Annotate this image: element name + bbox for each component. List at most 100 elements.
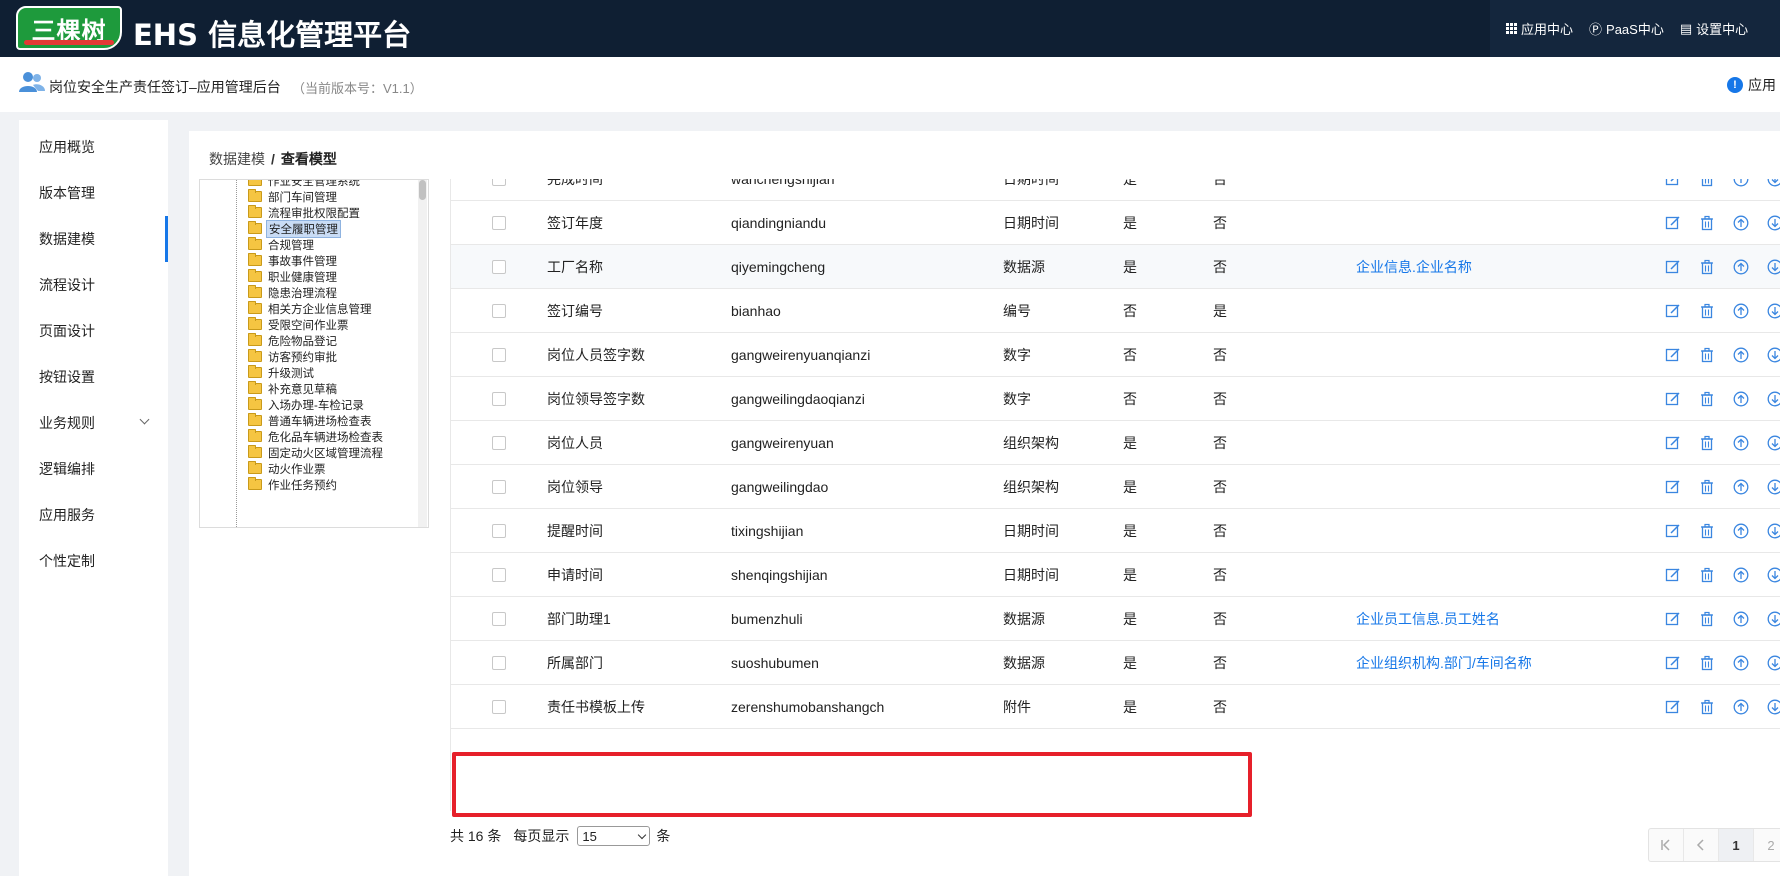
edit-icon[interactable] — [1664, 302, 1681, 319]
move-down-icon[interactable] — [1766, 390, 1780, 407]
breadcrumb-parent[interactable]: 数据建模 — [209, 149, 265, 169]
first-page-button[interactable] — [1649, 829, 1684, 861]
move-up-icon[interactable] — [1732, 179, 1749, 187]
delete-icon[interactable] — [1698, 434, 1715, 451]
move-down-icon[interactable] — [1766, 214, 1780, 231]
row-checkbox[interactable] — [492, 303, 506, 318]
edit-icon[interactable] — [1664, 346, 1681, 363]
table-row[interactable]: 岗位人员签字数 gangweirenyuanqianzi 数字 否 否 — [451, 333, 1780, 377]
tree-node[interactable]: 部门车间管理 — [248, 188, 339, 205]
row-checkbox[interactable] — [492, 391, 506, 406]
row-checkbox[interactable] — [492, 523, 506, 538]
row-checkbox[interactable] — [492, 567, 506, 582]
tree-node[interactable]: 流程审批权限配置 — [248, 204, 362, 221]
row-checkbox[interactable] — [492, 435, 506, 450]
move-down-icon[interactable] — [1766, 434, 1780, 451]
field-source-link[interactable]: 企业组织机构.部门/车间名称 — [1356, 653, 1532, 673]
move-up-icon[interactable] — [1732, 258, 1749, 275]
sidebar-item-business-rules[interactable]: 业务规则 — [19, 400, 168, 446]
tree-node[interactable]: 动火作业票 — [248, 460, 328, 477]
edit-icon[interactable] — [1664, 434, 1681, 451]
page-button-1[interactable]: 1 — [1719, 829, 1754, 861]
sidebar-item-button-settings[interactable]: 按钮设置 — [19, 354, 168, 400]
edit-icon[interactable] — [1664, 258, 1681, 275]
table-row[interactable]: 所属部门 suoshubumen 数据源 是 否 企业组织机构.部门/车间名称 — [451, 641, 1780, 685]
delete-icon[interactable] — [1698, 566, 1715, 583]
move-down-icon[interactable] — [1766, 179, 1780, 187]
table-row[interactable]: 工厂名称 qiyemingcheng 数据源 是 否 企业信息.企业名称 — [451, 245, 1780, 289]
delete-icon[interactable] — [1698, 214, 1715, 231]
move-up-icon[interactable] — [1732, 566, 1749, 583]
move-down-icon[interactable] — [1766, 302, 1780, 319]
delete-icon[interactable] — [1698, 654, 1715, 671]
move-up-icon[interactable] — [1732, 522, 1749, 539]
nav-app-center[interactable]: 应用中心 — [1506, 19, 1573, 38]
edit-icon[interactable] — [1664, 478, 1681, 495]
tree-node[interactable]: 访客预约审批 — [248, 348, 339, 365]
table-row[interactable]: 签订编号 bianhao 编号 否 是 — [451, 289, 1780, 333]
delete-icon[interactable] — [1698, 390, 1715, 407]
move-down-icon[interactable] — [1766, 346, 1780, 363]
tree-node-selected[interactable]: 安全履职管理 — [248, 219, 341, 238]
move-down-icon[interactable] — [1766, 566, 1780, 583]
row-checkbox[interactable] — [492, 347, 506, 362]
row-checkbox[interactable] — [492, 479, 506, 494]
row-checkbox[interactable] — [492, 611, 506, 626]
tree-node[interactable]: 补充意见草稿 — [248, 380, 339, 397]
move-up-icon[interactable] — [1732, 478, 1749, 495]
tree-node[interactable]: 入场办理-车检记录 — [248, 396, 366, 413]
tree-node[interactable]: 相关方企业信息管理 — [248, 300, 374, 317]
sidebar-item-customization[interactable]: 个性定制 — [19, 538, 168, 584]
table-row[interactable]: 部门助理1 bumenzhuli 数据源 是 否 企业员工信息.员工姓名 — [451, 597, 1780, 641]
tree-scrollbar[interactable] — [418, 180, 427, 527]
edit-icon[interactable] — [1664, 698, 1681, 715]
table-row[interactable]: 提醒时间 tixingshijian 日期时间 是 否 — [451, 509, 1780, 553]
delete-icon[interactable] — [1698, 610, 1715, 627]
row-checkbox[interactable] — [492, 215, 506, 230]
page-button-2[interactable]: 2 — [1754, 829, 1780, 861]
move-down-icon[interactable] — [1766, 522, 1780, 539]
row-checkbox[interactable] — [492, 699, 506, 714]
sidebar-item-process-design[interactable]: 流程设计 — [19, 262, 168, 308]
table-row[interactable]: 责任书模板上传 zerenshumobanshangch 附件 是 否 — [451, 685, 1780, 729]
field-source-link[interactable]: 企业信息.企业名称 — [1356, 257, 1472, 277]
move-up-icon[interactable] — [1732, 434, 1749, 451]
move-up-icon[interactable] — [1732, 610, 1749, 627]
edit-icon[interactable] — [1664, 522, 1681, 539]
delete-icon[interactable] — [1698, 179, 1715, 187]
edit-icon[interactable] — [1664, 654, 1681, 671]
move-down-icon[interactable] — [1766, 654, 1780, 671]
tree-node[interactable]: 隐患治理流程 — [248, 284, 339, 301]
delete-icon[interactable] — [1698, 698, 1715, 715]
tree-node[interactable]: 职业健康管理 — [248, 268, 339, 285]
tree-node[interactable]: 危化品车辆进场检查表 — [248, 428, 385, 445]
tree-node[interactable]: 普通车辆进场检查表 — [248, 412, 374, 429]
table-row[interactable]: 申请时间 shenqingshijian 日期时间 是 否 — [451, 553, 1780, 597]
row-checkbox[interactable] — [492, 259, 506, 274]
edit-icon[interactable] — [1664, 566, 1681, 583]
sidebar-item-logic-orchestration[interactable]: 逻辑编排 — [19, 446, 168, 492]
tree-scrollbar-thumb[interactable] — [419, 180, 426, 200]
move-up-icon[interactable] — [1732, 302, 1749, 319]
brand-logo[interactable]: 三棵树 — [16, 6, 122, 50]
nav-settings-center[interactable]: ▤ 设置中心 — [1680, 19, 1748, 38]
tree-node[interactable]: 作业任务预约 — [248, 476, 339, 493]
edit-icon[interactable] — [1664, 610, 1681, 627]
sidebar-item-data-modeling[interactable]: 数据建模 — [19, 216, 168, 262]
tree-node[interactable]: 合规管理 — [248, 236, 316, 253]
move-up-icon[interactable] — [1732, 654, 1749, 671]
prev-page-button[interactable] — [1684, 829, 1719, 861]
delete-icon[interactable] — [1698, 302, 1715, 319]
sidebar-item-overview[interactable]: 应用概览 — [19, 124, 168, 170]
move-up-icon[interactable] — [1732, 390, 1749, 407]
delete-icon[interactable] — [1698, 346, 1715, 363]
sidebar-item-app-services[interactable]: 应用服务 — [19, 492, 168, 538]
edit-icon[interactable] — [1664, 214, 1681, 231]
sidebar-item-versions[interactable]: 版本管理 — [19, 170, 168, 216]
move-up-icon[interactable] — [1732, 214, 1749, 231]
move-down-icon[interactable] — [1766, 610, 1780, 627]
move-up-icon[interactable] — [1732, 346, 1749, 363]
row-checkbox[interactable] — [492, 655, 506, 670]
tree-node[interactable]: 受限空间作业票 — [248, 316, 351, 333]
page-size-select[interactable]: 15 — [577, 826, 651, 846]
